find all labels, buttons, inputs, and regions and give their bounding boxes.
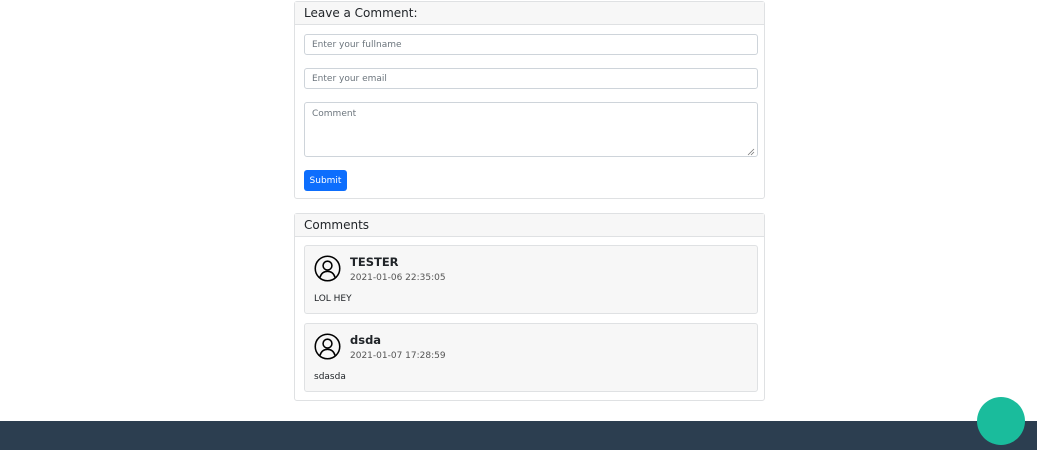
- comment-item: dsda 2021-01-07 17:28:59 sdasda: [304, 323, 758, 392]
- comments-card: Comments TESTER 2021-01-06 22:35:05 LOL …: [294, 213, 765, 401]
- comment-author: dsda: [350, 333, 382, 347]
- fullname-input[interactable]: [304, 34, 758, 55]
- comment-text: sdasda: [314, 372, 346, 382]
- user-circle-icon: [314, 333, 341, 360]
- page-footer: [0, 421, 1037, 450]
- comment-timestamp: 2021-01-07 17:28:59: [350, 351, 446, 361]
- user-circle-icon: [314, 255, 341, 282]
- comment-form-card: Leave a Comment: Submit: [294, 1, 765, 199]
- comment-form-title: Leave a Comment:: [295, 2, 764, 25]
- submit-button[interactable]: Submit: [304, 170, 347, 191]
- comment-text: LOL HEY: [314, 294, 352, 304]
- comments-title: Comments: [295, 214, 764, 237]
- floating-action-button[interactable]: [977, 397, 1025, 445]
- comment-author: TESTER: [350, 255, 399, 269]
- email-input[interactable]: [304, 68, 758, 89]
- comment-item: TESTER 2021-01-06 22:35:05 LOL HEY: [304, 245, 758, 314]
- comment-timestamp: 2021-01-06 22:35:05: [350, 273, 446, 283]
- comment-textarea[interactable]: [304, 102, 758, 157]
